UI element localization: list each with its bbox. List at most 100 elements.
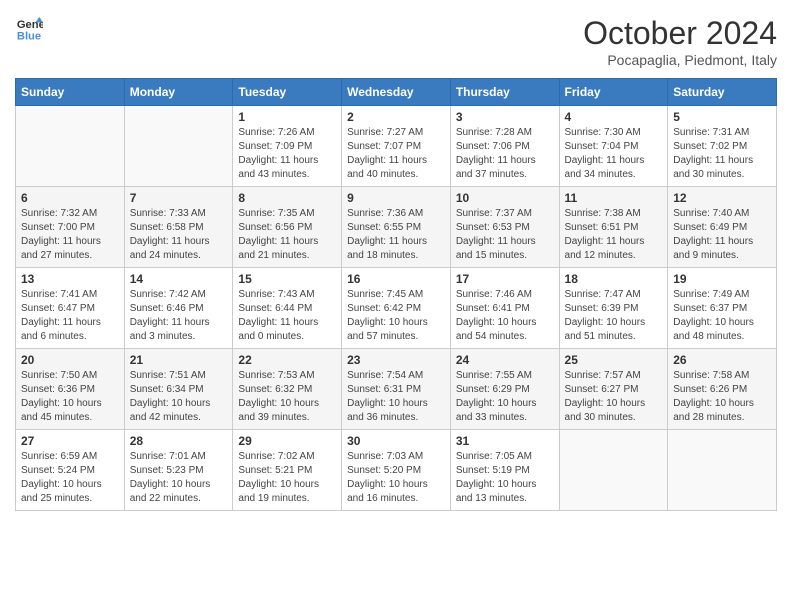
calendar-day-cell: 10 Sunrise: 7:37 AMSunset: 6:53 PMDayligh… — [450, 187, 559, 268]
calendar-day-cell: 3Sunrise: 7:28 AMSunset: 7:06 PMDaylight… — [450, 106, 559, 187]
day-number: 17 — [456, 272, 554, 286]
day-detail: Sunrise: 7:49 AMSunset: 6:37 PMDaylight:… — [673, 288, 771, 344]
calendar-day-cell: 7Sunrise: 7:33 AMSunset: 6:58 PMDaylight… — [124, 187, 233, 268]
calendar-day-cell: 12 Sunrise: 7:40 AMSunset: 6:49 PMDayligh… — [668, 187, 777, 268]
calendar-week-row: 20 Sunrise: 7:50 AMSunset: 6:36 PMDayligh… — [16, 349, 777, 430]
day-number: 25 — [565, 353, 663, 367]
day-detail: Sunrise: 7:36 AMSunset: 6:55 PMDaylight:… — [347, 207, 445, 263]
day-detail: Sunrise: 7:27 AMSunset: 7:07 PMDaylight:… — [347, 126, 445, 182]
calendar-day-cell: 23 Sunrise: 7:54 AMSunset: 6:31 PMDayligh… — [342, 349, 451, 430]
calendar-week-row: 13 Sunrise: 7:41 AMSunset: 6:47 PMDayligh… — [16, 268, 777, 349]
calendar-week-row: 1 Sunrise: 7:26 AMSunset: 7:09 PMDaylight… — [16, 106, 777, 187]
day-detail: Sunrise: 7:03 AMSunset: 5:20 PMDaylight:… — [347, 450, 445, 506]
day-number: 26 — [673, 353, 771, 367]
day-number: 19 — [673, 272, 771, 286]
day-detail: Sunrise: 7:50 AMSunset: 6:36 PMDaylight:… — [21, 369, 119, 425]
day-detail: Sunrise: 7:35 AMSunset: 6:56 PMDaylight:… — [238, 207, 336, 263]
day-number: 9 — [347, 191, 445, 205]
day-of-week-header: Saturday — [668, 79, 777, 106]
day-number: 24 — [456, 353, 554, 367]
calendar-day-cell: 5 Sunrise: 7:31 AMSunset: 7:02 PMDaylight… — [668, 106, 777, 187]
day-number: 3 — [456, 110, 554, 124]
day-number: 12 — [673, 191, 771, 205]
day-of-week-header: Thursday — [450, 79, 559, 106]
day-of-week-header: Wednesday — [342, 79, 451, 106]
title-area: October 2024 Pocapaglia, Piedmont, Italy — [583, 15, 777, 68]
calendar-day-cell: 9 Sunrise: 7:36 AMSunset: 6:55 PMDaylight… — [342, 187, 451, 268]
calendar-week-row: 27 Sunrise: 6:59 AMSunset: 5:24 PMDayligh… — [16, 430, 777, 511]
calendar-day-cell: 6 Sunrise: 7:32 AMSunset: 7:00 PMDaylight… — [16, 187, 125, 268]
calendar-day-cell: 24 Sunrise: 7:55 AMSunset: 6:29 PMDayligh… — [450, 349, 559, 430]
calendar-day-cell: 17 Sunrise: 7:46 AMSunset: 6:41 PMDayligh… — [450, 268, 559, 349]
calendar-header-row: SundayMondayTuesdayWednesdayThursdayFrid… — [16, 79, 777, 106]
day-number: 8 — [238, 191, 336, 205]
day-number: 10 — [456, 191, 554, 205]
page-header: General Blue October 2024 Pocapaglia, Pi… — [15, 15, 777, 68]
day-of-week-header: Friday — [559, 79, 668, 106]
day-detail: Sunrise: 7:01 AMSunset: 5:23 PMDaylight:… — [130, 450, 228, 506]
day-number: 5 — [673, 110, 771, 124]
day-detail: Sunrise: 7:55 AMSunset: 6:29 PMDaylight:… — [456, 369, 554, 425]
calendar-day-cell: 31Sunrise: 7:05 AMSunset: 5:19 PMDayligh… — [450, 430, 559, 511]
day-detail: Sunrise: 7:41 AMSunset: 6:47 PMDaylight:… — [21, 288, 119, 344]
day-detail: Sunrise: 7:40 AMSunset: 6:49 PMDaylight:… — [673, 207, 771, 263]
calendar-day-cell: 4 Sunrise: 7:30 AMSunset: 7:04 PMDaylight… — [559, 106, 668, 187]
day-number: 20 — [21, 353, 119, 367]
day-detail: Sunrise: 7:54 AMSunset: 6:31 PMDaylight:… — [347, 369, 445, 425]
day-detail: Sunrise: 7:42 AMSunset: 6:46 PMDaylight:… — [130, 288, 228, 344]
calendar-day-cell: 22 Sunrise: 7:53 AMSunset: 6:32 PMDayligh… — [233, 349, 342, 430]
calendar-day-cell: 16Sunrise: 7:45 AMSunset: 6:42 PMDayligh… — [342, 268, 451, 349]
day-detail: Sunrise: 7:53 AMSunset: 6:32 PMDaylight:… — [238, 369, 336, 425]
day-number: 14 — [130, 272, 228, 286]
calendar-day-cell: 15 Sunrise: 7:43 AMSunset: 6:44 PMDayligh… — [233, 268, 342, 349]
calendar-day-cell: 13 Sunrise: 7:41 AMSunset: 6:47 PMDayligh… — [16, 268, 125, 349]
day-detail: Sunrise: 7:31 AMSunset: 7:02 PMDaylight:… — [673, 126, 771, 182]
day-number: 22 — [238, 353, 336, 367]
day-detail: Sunrise: 7:32 AMSunset: 7:00 PMDaylight:… — [21, 207, 119, 263]
calendar-day-cell — [124, 106, 233, 187]
day-number: 1 — [238, 110, 336, 124]
calendar-day-cell: 11 Sunrise: 7:38 AMSunset: 6:51 PMDayligh… — [559, 187, 668, 268]
day-number: 29 — [238, 434, 336, 448]
calendar-day-cell: 19 Sunrise: 7:49 AMSunset: 6:37 PMDayligh… — [668, 268, 777, 349]
calendar-day-cell: 18Sunrise: 7:47 AMSunset: 6:39 PMDayligh… — [559, 268, 668, 349]
day-of-week-header: Sunday — [16, 79, 125, 106]
calendar-week-row: 6 Sunrise: 7:32 AMSunset: 7:00 PMDaylight… — [16, 187, 777, 268]
day-number: 27 — [21, 434, 119, 448]
day-number: 4 — [565, 110, 663, 124]
day-detail: Sunrise: 6:59 AMSunset: 5:24 PMDaylight:… — [21, 450, 119, 506]
svg-text:Blue: Blue — [17, 30, 41, 42]
day-number: 16 — [347, 272, 445, 286]
day-detail: Sunrise: 7:51 AMSunset: 6:34 PMDaylight:… — [130, 369, 228, 425]
calendar-day-cell: 20 Sunrise: 7:50 AMSunset: 6:36 PMDayligh… — [16, 349, 125, 430]
day-number: 28 — [130, 434, 228, 448]
day-detail: Sunrise: 7:26 AMSunset: 7:09 PMDaylight:… — [238, 126, 336, 182]
calendar-day-cell — [16, 106, 125, 187]
calendar-day-cell: 14 Sunrise: 7:42 AMSunset: 6:46 PMDayligh… — [124, 268, 233, 349]
calendar-day-cell: 30 Sunrise: 7:03 AMSunset: 5:20 PMDayligh… — [342, 430, 451, 511]
calendar-day-cell — [668, 430, 777, 511]
day-number: 11 — [565, 191, 663, 205]
day-detail: Sunrise: 7:33 AMSunset: 6:58 PMDaylight:… — [130, 207, 228, 263]
day-number: 6 — [21, 191, 119, 205]
day-number: 13 — [21, 272, 119, 286]
day-number: 15 — [238, 272, 336, 286]
calendar-day-cell: 26 Sunrise: 7:58 AMSunset: 6:26 PMDayligh… — [668, 349, 777, 430]
day-number: 30 — [347, 434, 445, 448]
day-detail: Sunrise: 7:37 AMSunset: 6:53 PMDaylight:… — [456, 207, 554, 263]
day-of-week-header: Monday — [124, 79, 233, 106]
calendar-day-cell: 21 Sunrise: 7:51 AMSunset: 6:34 PMDayligh… — [124, 349, 233, 430]
month-title: October 2024 — [583, 15, 777, 52]
day-number: 21 — [130, 353, 228, 367]
day-detail: Sunrise: 7:43 AMSunset: 6:44 PMDaylight:… — [238, 288, 336, 344]
day-detail: Sunrise: 7:57 AMSunset: 6:27 PMDaylight:… — [565, 369, 663, 425]
calendar-day-cell: 8 Sunrise: 7:35 AMSunset: 6:56 PMDaylight… — [233, 187, 342, 268]
location: Pocapaglia, Piedmont, Italy — [583, 52, 777, 68]
day-number: 18 — [565, 272, 663, 286]
logo: General Blue — [15, 15, 43, 43]
day-detail: Sunrise: 7:58 AMSunset: 6:26 PMDaylight:… — [673, 369, 771, 425]
day-detail: Sunrise: 7:38 AMSunset: 6:51 PMDaylight:… — [565, 207, 663, 263]
day-detail: Sunrise: 7:30 AMSunset: 7:04 PMDaylight:… — [565, 126, 663, 182]
day-detail: Sunrise: 7:46 AMSunset: 6:41 PMDaylight:… — [456, 288, 554, 344]
day-number: 23 — [347, 353, 445, 367]
